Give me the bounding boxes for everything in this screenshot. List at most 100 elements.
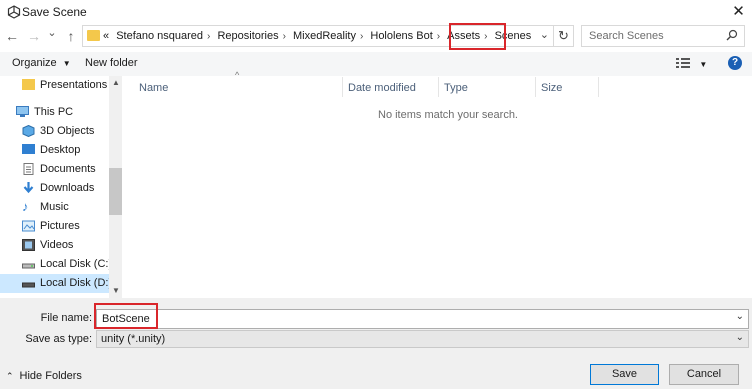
recent-locations-button[interactable]: ⌄ <box>46 26 58 39</box>
toolbar: Organize ▼ New folder ▼ ? <box>0 52 752 77</box>
sidebar-item-this-pc[interactable]: This PC <box>0 103 109 122</box>
cancel-button[interactable]: Cancel <box>669 364 739 385</box>
drive-icon <box>22 263 35 269</box>
arrow-right-icon: → <box>27 28 41 44</box>
save-as-type-value: unity (*.unity) <box>101 333 166 345</box>
folder-icon <box>87 30 100 41</box>
sidebar-item-label: Documents <box>40 163 96 175</box>
close-button[interactable]: ✕ <box>725 0 752 24</box>
column-divider[interactable] <box>342 77 343 97</box>
organize-button[interactable]: Organize ▼ <box>12 57 71 69</box>
sidebar-item-label: Downloads <box>40 182 95 194</box>
sidebar-item-label: Music <box>40 201 69 213</box>
view-list-icon <box>676 58 690 68</box>
folder-icon <box>22 79 35 90</box>
sidebar-item-label: Local Disk (D:) <box>40 277 113 289</box>
music-icon: ♪ <box>22 199 29 214</box>
new-folder-button[interactable]: New folder <box>85 57 138 69</box>
file-name-input[interactable]: BotScene ⌄ <box>96 309 749 329</box>
empty-list-message: No items match your search. <box>378 109 518 121</box>
save-as-type-label: Save as type: <box>25 333 92 345</box>
sidebar-item-label: 3D Objects <box>40 125 95 137</box>
chevron-right-icon: › <box>207 31 211 42</box>
navigation-pane: Presentations This PC 3D Objects Desktop… <box>0 76 122 298</box>
documents-icon <box>23 163 34 175</box>
sidebar-item-videos[interactable]: Videos <box>0 236 109 255</box>
unity-icon <box>7 5 21 19</box>
caret-down-icon: ▼ <box>62 59 71 68</box>
search-placeholder: Search Scenes <box>589 30 664 42</box>
column-divider[interactable] <box>598 77 599 97</box>
save-button[interactable]: Save <box>590 364 659 385</box>
file-name-label: File name: <box>40 312 92 324</box>
chevron-down-icon[interactable]: ⌄ <box>736 311 744 322</box>
sidebar-item-desktop[interactable]: Desktop <box>0 141 109 160</box>
up-button[interactable]: ↑ <box>63 28 79 44</box>
hide-folders-label: Hide Folders <box>19 370 82 382</box>
help-button[interactable]: ? <box>728 56 742 70</box>
window-title: Save Scene <box>22 5 87 19</box>
sidebar-item-local-disk-d[interactable]: Local Disk (D:) <box>0 274 113 293</box>
address-dropdown-icon[interactable]: ⌄ <box>540 28 549 41</box>
3d-objects-icon <box>22 125 35 137</box>
chevron-right-icon: › <box>436 31 441 42</box>
arrow-up-icon: ↑ <box>67 28 75 44</box>
sidebar-item-label: This PC <box>34 106 74 118</box>
close-icon: ✕ <box>732 3 745 20</box>
chevron-right-icon: › <box>359 31 364 42</box>
title-bar: Save Scene ✕ <box>0 0 752 24</box>
chevron-right-icon: › <box>282 31 286 42</box>
breadcrumb-item[interactable]: Stefano nsquared <box>116 30 203 42</box>
scroll-up-icon[interactable]: ▲ <box>112 78 120 87</box>
sidebar-item-label: Videos <box>40 239 74 251</box>
column-divider[interactable] <box>438 77 439 97</box>
scroll-down-icon[interactable]: ▼ <box>112 286 120 295</box>
sidebar-item-downloads[interactable]: Downloads <box>0 179 109 198</box>
column-header-size[interactable]: Size <box>541 82 562 94</box>
breadcrumb-item[interactable]: Repositories <box>217 30 278 42</box>
sidebar-item-label: Local Disk (C:) <box>40 258 113 270</box>
refresh-icon: ↻ <box>558 28 569 43</box>
highlight-scenes <box>449 23 506 50</box>
scrollbar-thumb[interactable] <box>109 168 122 215</box>
sidebar-item-label: Presentations <box>40 79 108 91</box>
videos-icon <box>22 239 35 251</box>
caret-down-icon: ▼ <box>699 60 708 69</box>
drive-icon <box>22 282 35 288</box>
downloads-icon <box>23 182 34 194</box>
save-as-type-select[interactable]: unity (*.unity) ⌄ <box>96 330 749 348</box>
caret-up-icon: ⌃ <box>6 371 14 381</box>
highlight-file-name <box>94 303 158 329</box>
column-header-type[interactable]: Type <box>444 82 468 94</box>
help-icon: ? <box>731 57 739 68</box>
computer-icon <box>16 106 29 117</box>
sidebar-item-pictures[interactable]: Pictures <box>0 217 109 236</box>
sidebar-item-music[interactable]: ♪ Music <box>0 198 109 217</box>
sidebar-item-label: Pictures <box>40 220 80 232</box>
back-button[interactable]: ← <box>4 28 20 44</box>
view-options-button[interactable]: ▼ <box>676 57 707 72</box>
pictures-icon <box>22 220 35 232</box>
chevron-down-icon: ⌄ <box>47 27 57 39</box>
organize-label: Organize <box>12 57 57 69</box>
search-input[interactable]: Search Scenes <box>581 25 745 47</box>
refresh-button[interactable]: ↻ <box>554 25 574 47</box>
column-divider[interactable] <box>535 77 536 97</box>
sort-ascending-icon: ^ <box>235 70 240 80</box>
forward-button[interactable]: → <box>26 28 42 44</box>
breadcrumb-item[interactable]: Hololens Bot <box>370 30 432 42</box>
breadcrumb-overflow[interactable]: « <box>103 30 109 42</box>
arrow-left-icon: ← <box>5 28 19 44</box>
sidebar-item-label: Desktop <box>40 144 81 156</box>
breadcrumb-item[interactable]: MixedReality <box>293 30 356 42</box>
sidebar-item-documents[interactable]: Documents <box>0 160 109 179</box>
column-header-date-modified[interactable]: Date modified <box>348 82 416 94</box>
hide-folders-button[interactable]: ⌃ Hide Folders <box>6 370 82 382</box>
chevron-down-icon: ⌄ <box>735 332 744 343</box>
sidebar-item-presentations[interactable]: Presentations <box>0 76 109 95</box>
sidebar-item-3d-objects[interactable]: 3D Objects <box>0 122 109 141</box>
search-icon <box>726 29 738 41</box>
sidebar-item-local-disk-c[interactable]: Local Disk (C:) <box>0 255 113 274</box>
column-header-name[interactable]: Name <box>139 82 168 94</box>
desktop-icon <box>22 144 35 154</box>
